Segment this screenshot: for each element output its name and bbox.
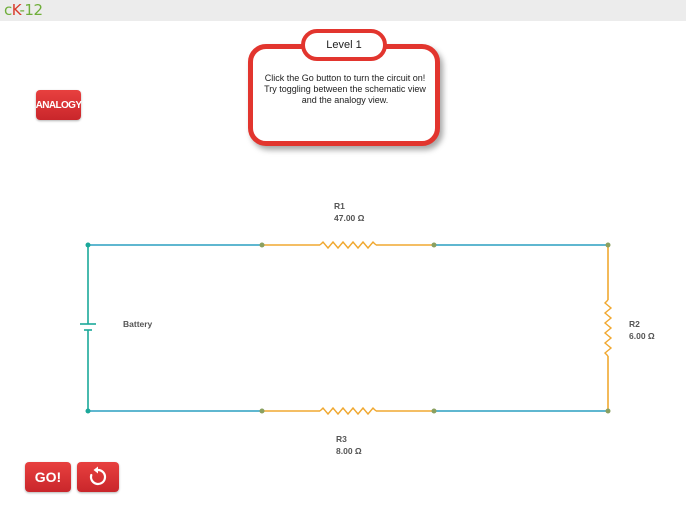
r1-name: R1 (334, 201, 345, 211)
r2-value: 6.00 Ω (629, 331, 655, 341)
node-r1-left (259, 242, 265, 248)
circuit-diagram (80, 240, 613, 416)
go-button[interactable]: GO! (25, 462, 71, 492)
r1-value: 47.00 Ω (334, 213, 365, 223)
dialog-title: Level 1 (301, 29, 387, 61)
node-r3-left (259, 408, 265, 414)
r1-label: R1 47.00 Ω (334, 200, 364, 224)
battery-label: Battery (123, 319, 153, 329)
node-bottom-right (605, 408, 611, 414)
reset-button[interactable] (77, 462, 119, 492)
r3-value: 8.00 Ω (336, 446, 362, 456)
node-top-right (605, 242, 611, 248)
r2-resistor (603, 299, 613, 357)
reset-icon (89, 466, 107, 486)
r3-name: R3 (336, 434, 347, 444)
r3-label: R3 8.00 Ω (336, 433, 362, 457)
r1-resistor (319, 240, 377, 250)
r3-resistor (319, 406, 377, 416)
node-top-left (85, 242, 91, 248)
node-bottom-left (85, 408, 91, 414)
node-r3-right (431, 408, 437, 414)
r2-label: R2 6.00 Ω (629, 318, 655, 342)
r2-name: R2 (629, 319, 640, 329)
node-r1-right (431, 242, 437, 248)
